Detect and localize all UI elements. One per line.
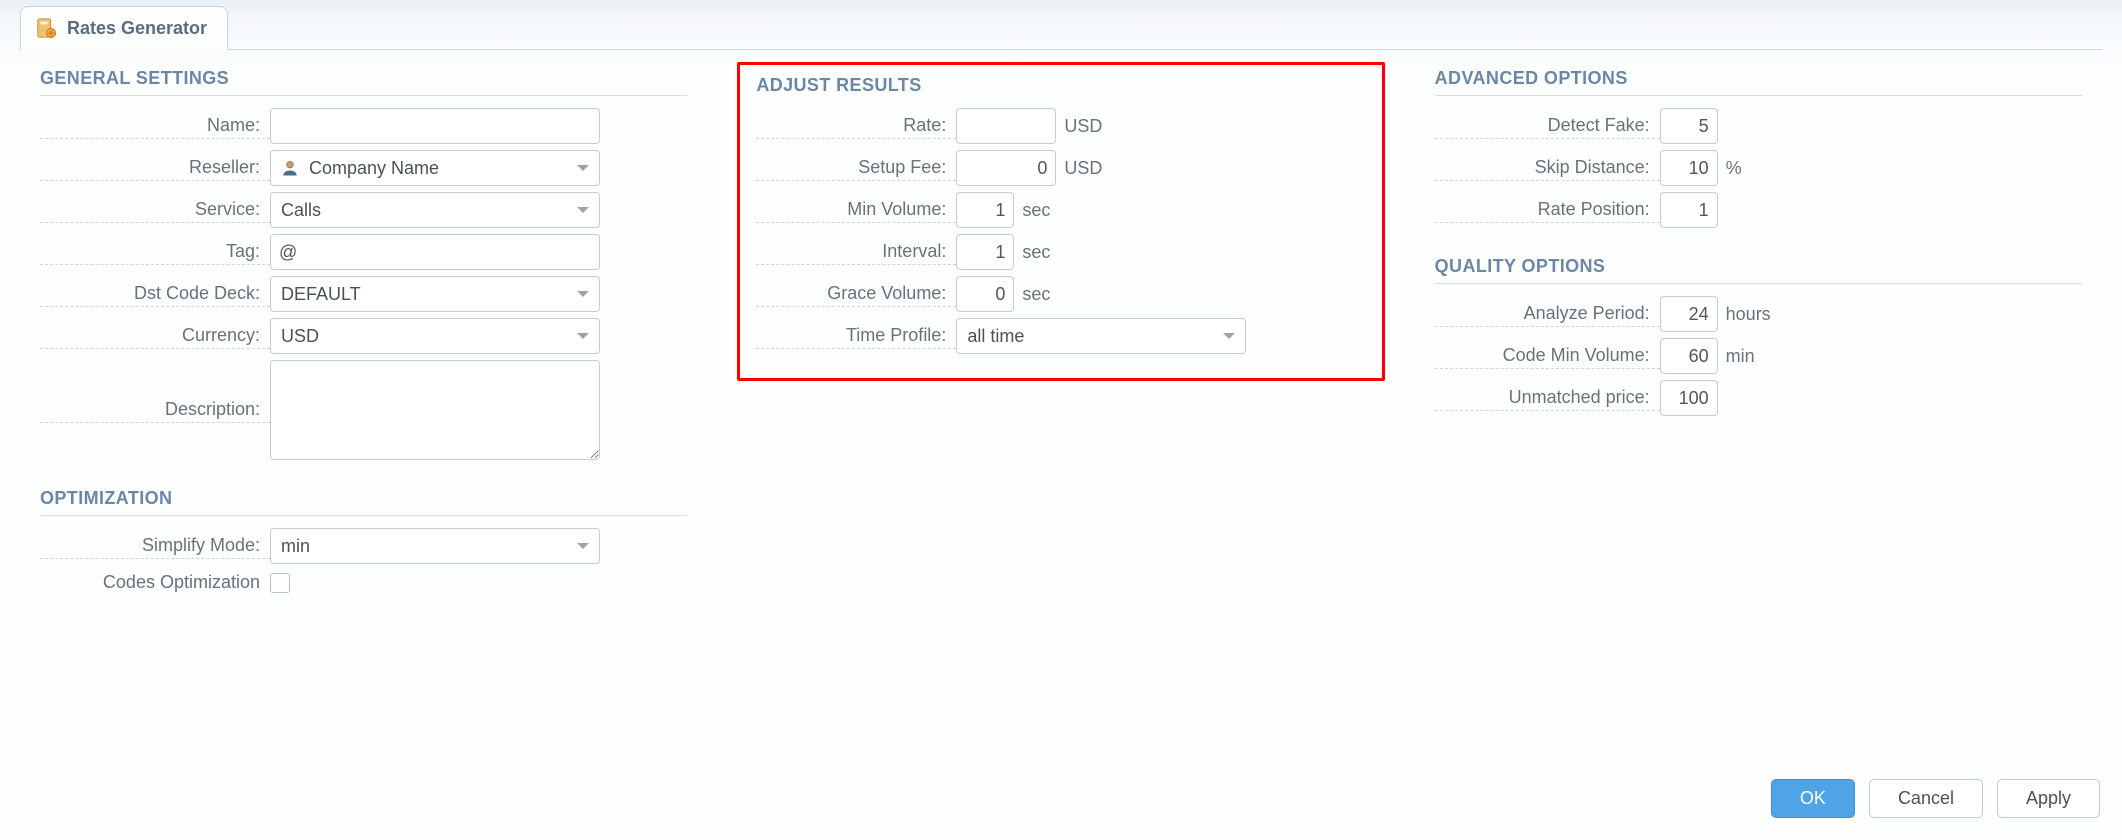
label-interval: Interval: [756,239,956,265]
chevron-down-icon [1223,333,1235,339]
section-quality: QUALITY OPTIONS Analyze Period: hours Co… [1435,256,2082,416]
simplify-value: min [281,536,310,557]
tag-input[interactable] [270,234,600,270]
label-service: Service: [40,197,270,223]
chevron-down-icon [577,207,589,213]
simplify-mode-select[interactable]: min [270,528,600,564]
codes-optimization-checkbox[interactable] [270,573,290,593]
label-grace-volume: Grace Volume: [756,281,956,307]
time-profile-value: all time [967,326,1024,347]
min-volume-unit: sec [1022,200,1050,221]
chevron-down-icon [577,333,589,339]
rate-unit: USD [1064,116,1102,137]
label-currency: Currency: [40,323,270,349]
tab-rates-generator[interactable]: Rates Generator [20,6,228,50]
unmatched-price-input[interactable] [1660,380,1718,416]
reseller-select[interactable]: Company Name [270,150,600,186]
code-min-unit: min [1726,346,1755,367]
label-codes-optimization: Codes Optimization [40,570,270,595]
section-title-adjust: ADJUST RESULTS [756,75,1365,102]
tab-title: Rates Generator [67,18,207,39]
skip-unit: % [1726,158,1742,179]
label-simplify: Simplify Mode: [40,533,270,559]
interval-input[interactable] [956,234,1014,270]
label-skip-distance: Skip Distance: [1435,155,1660,181]
label-tag: Tag: [40,239,270,265]
label-detect-fake: Detect Fake: [1435,113,1660,139]
skip-distance-input[interactable] [1660,150,1718,186]
tabbar: Rates Generator [20,0,2102,50]
label-deck: Dst Code Deck: [40,281,270,307]
interval-unit: sec [1022,242,1050,263]
label-name: Name: [40,113,270,139]
section-optimization: OPTIMIZATION Simplify Mode: min Codes Op… [40,488,687,595]
detect-fake-input[interactable] [1660,108,1718,144]
code-min-volume-input[interactable] [1660,338,1718,374]
label-time-profile: Time Profile: [756,323,956,349]
section-advanced: ADVANCED OPTIONS Detect Fake: Skip Dista… [1435,68,2082,228]
section-general: GENERAL SETTINGS Name: Reseller: [40,68,687,460]
label-unmatched-price: Unmatched price: [1435,385,1660,411]
time-profile-select[interactable]: all time [956,318,1246,354]
col-right: ADVANCED OPTIONS Detect Fake: Skip Dista… [1415,68,2102,601]
analyze-period-input[interactable] [1660,296,1718,332]
section-title-optimization: OPTIMIZATION [40,488,687,516]
deck-value: DEFAULT [281,284,361,305]
col-general: GENERAL SETTINGS Name: Reseller: [20,68,707,601]
apply-button[interactable]: Apply [1997,779,2100,818]
analyze-unit: hours [1726,304,1771,325]
label-description: Description: [40,397,270,423]
rates-generator-icon [35,17,57,39]
label-setup-fee: Setup Fee: [756,155,956,181]
col-adjust: ADJUST RESULTS Rate: USD Setup Fee: USD [717,68,1404,601]
cancel-button[interactable]: Cancel [1869,779,1983,818]
description-textarea[interactable] [270,360,600,460]
setup-unit: USD [1064,158,1102,179]
chevron-down-icon [577,165,589,171]
label-reseller: Reseller: [40,155,270,181]
min-volume-input[interactable] [956,192,1014,228]
section-title-quality: QUALITY OPTIONS [1435,256,2082,284]
rate-position-input[interactable] [1660,192,1718,228]
label-rate-position: Rate Position: [1435,197,1660,223]
grace-unit: sec [1022,284,1050,305]
chevron-down-icon [577,291,589,297]
name-input[interactable] [270,108,600,144]
button-bar: OK Cancel Apply [1771,779,2100,818]
chevron-down-icon [577,543,589,549]
label-min-volume: Min Volume: [756,197,956,223]
label-code-min-volume: Code Min Volume: [1435,343,1660,369]
reseller-value: Company Name [309,158,439,179]
rate-input[interactable] [956,108,1056,144]
service-value: Calls [281,200,321,221]
label-analyze-period: Analyze Period: [1435,301,1660,327]
section-title-advanced: ADVANCED OPTIONS [1435,68,2082,96]
currency-value: USD [281,326,319,347]
section-title-general: GENERAL SETTINGS [40,68,687,96]
label-rate: Rate: [756,113,956,139]
dst-code-deck-select[interactable]: DEFAULT [270,276,600,312]
ok-button[interactable]: OK [1771,779,1855,818]
grace-volume-input[interactable] [956,276,1014,312]
adjust-results-highlight: ADJUST RESULTS Rate: USD Setup Fee: USD [737,62,1384,381]
currency-select[interactable]: USD [270,318,600,354]
service-select[interactable]: Calls [270,192,600,228]
section-adjust: ADJUST RESULTS Rate: USD Setup Fee: USD [756,75,1365,354]
reseller-icon [279,157,301,179]
setup-fee-input[interactable] [956,150,1056,186]
